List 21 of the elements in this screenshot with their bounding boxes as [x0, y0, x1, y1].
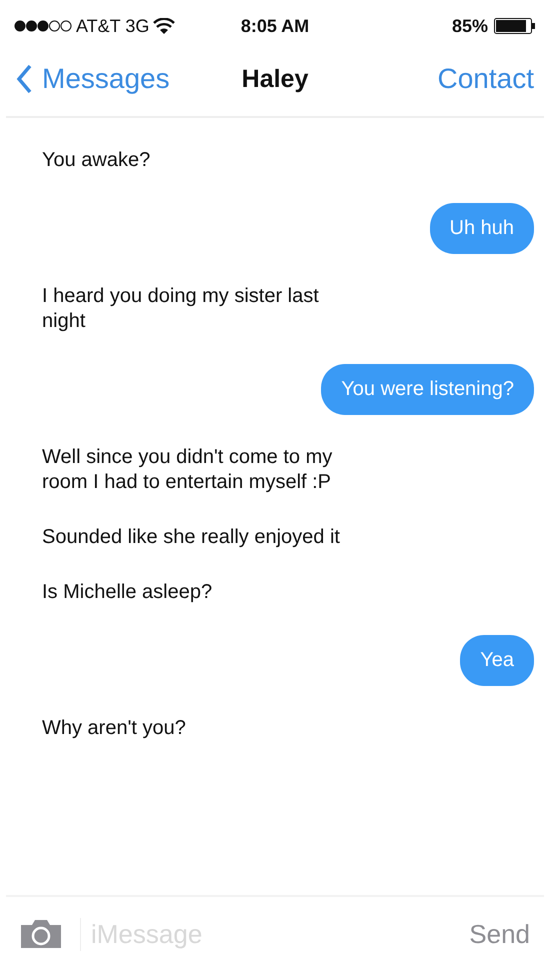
camera-icon[interactable] [20, 919, 62, 949]
battery-icon [494, 18, 536, 34]
incoming-message: You awake? [41, 148, 152, 173]
incoming-message: Sounded like she really enjoyed it [41, 525, 341, 550]
incoming-message: Is Michelle asleep? [41, 580, 214, 605]
send-button[interactable]: Send [469, 918, 530, 950]
outgoing-bubble: You were listening? [321, 364, 534, 415]
chevron-icon [16, 64, 32, 94]
outgoing-bubble: Yea [460, 635, 534, 686]
contact-button[interactable]: Contact [438, 63, 534, 95]
signal-icon [14, 20, 72, 32]
wifi-icon [153, 18, 176, 34]
outgoing-bubble: Uh huh [430, 203, 534, 254]
carrier-text: AT&T 3G [76, 16, 150, 36]
contact-name: Haley [242, 64, 308, 94]
incoming-message: Well since you didn't come to my room I had to entertain myself :P [41, 445, 334, 495]
incoming-message: Why aren't you? [41, 716, 187, 741]
incoming-message: I heard you doing my sister last night [41, 284, 320, 334]
back-button[interactable]: Messages [16, 63, 242, 95]
clock-time: 8:05 AM [240, 16, 310, 36]
battery-percent: 85% [452, 16, 488, 36]
